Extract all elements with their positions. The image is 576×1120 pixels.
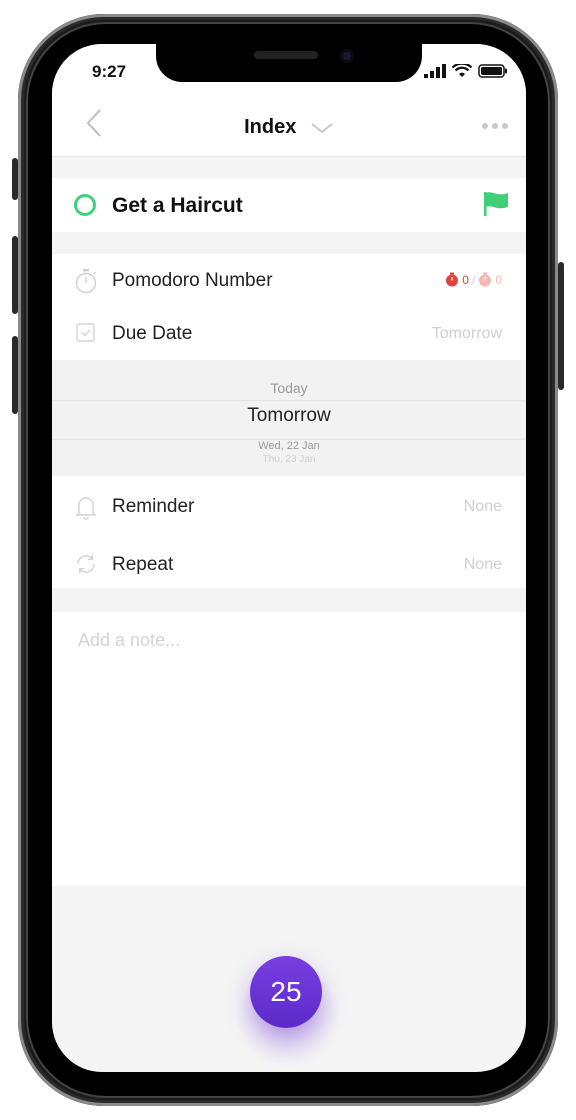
picker-option-next[interactable]: Wed, 22 Jan bbox=[52, 440, 526, 452]
repeat-row[interactable]: Repeat None bbox=[52, 538, 526, 590]
status-time: 9:27 bbox=[92, 62, 127, 81]
battery-icon bbox=[478, 64, 507, 78]
tomato-timer-icon bbox=[446, 272, 459, 287]
speaker-grille bbox=[254, 51, 318, 59]
reminder-repeat-group: Reminder None Repeat None bbox=[52, 476, 526, 588]
repeat-label: Repeat bbox=[112, 554, 174, 575]
start-timer-button[interactable]: 25 bbox=[250, 956, 322, 1028]
note-placeholder: Add a note... bbox=[78, 630, 181, 650]
stopwatch-icon bbox=[75, 269, 97, 294]
repeat-value: None bbox=[463, 556, 502, 573]
more-dots-icon[interactable] bbox=[482, 123, 508, 129]
pomodoro-separator: / bbox=[471, 272, 476, 287]
flag-icon[interactable] bbox=[482, 190, 510, 218]
pomodoro-done: 0 bbox=[462, 272, 469, 287]
reminder-label: Reminder bbox=[112, 496, 195, 517]
pomodoro-label: Pomodoro Number bbox=[112, 270, 273, 291]
reminder-row[interactable]: Reminder None bbox=[52, 480, 526, 532]
nav-bar: Index bbox=[52, 96, 526, 157]
power-button bbox=[558, 262, 564, 390]
volume-down-button bbox=[12, 336, 18, 414]
task-header: Get a Haircut bbox=[52, 178, 526, 232]
pomodoro-row[interactable]: Pomodoro Number 0 / 0 bbox=[52, 254, 526, 306]
task-title[interactable]: Get a Haircut bbox=[112, 194, 243, 218]
picker-option-next-2[interactable]: Thu, 23 Jan bbox=[52, 454, 526, 465]
due-date-label: Due Date bbox=[112, 323, 193, 344]
due-date-row[interactable]: Due Date Tomorrow bbox=[52, 307, 526, 359]
wifi-icon bbox=[452, 64, 472, 77]
nav-title: Index bbox=[244, 116, 297, 138]
bell-icon bbox=[75, 497, 97, 520]
task-details-group: Pomodoro Number 0 / 0 Due Date Tomorrow bbox=[52, 254, 526, 360]
screen: 9:27 Index Get a Haircut Pomodoro Number… bbox=[52, 44, 526, 1072]
date-picker[interactable]: Today Tomorrow Wed, 22 Jan Thu, 23 Jan bbox=[52, 360, 526, 476]
status-icons bbox=[424, 64, 508, 78]
task-complete-checkbox[interactable] bbox=[74, 194, 96, 216]
due-date-value: Tomorrow bbox=[431, 325, 502, 342]
tomato-estimate-icon bbox=[479, 272, 492, 287]
picker-option-prev[interactable]: Today bbox=[52, 380, 526, 396]
note-field[interactable]: Add a note... bbox=[52, 612, 526, 886]
repeat-icon bbox=[77, 554, 95, 574]
volume-up-button bbox=[12, 236, 18, 314]
signal-icon bbox=[424, 64, 446, 78]
dropdown-chevron-icon bbox=[311, 122, 333, 133]
front-camera bbox=[340, 49, 354, 63]
picker-option-selected[interactable]: Tomorrow bbox=[52, 405, 526, 427]
pomodoro-total: 0 bbox=[495, 272, 502, 287]
notch bbox=[156, 44, 422, 82]
pomodoro-count: 0 / 0 bbox=[445, 272, 502, 287]
project-selector[interactable]: Index bbox=[52, 116, 526, 139]
calendar-check-icon bbox=[76, 323, 95, 342]
silent-switch bbox=[12, 158, 18, 200]
reminder-value: None bbox=[463, 498, 502, 515]
